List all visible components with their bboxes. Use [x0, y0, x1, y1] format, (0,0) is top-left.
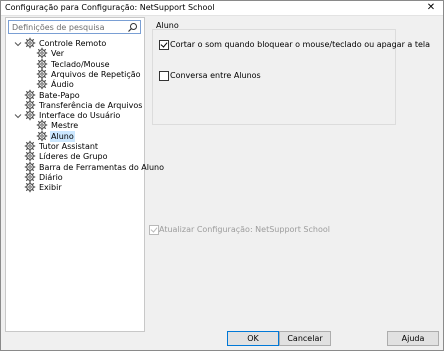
ok-button[interactable]: OK — [227, 331, 279, 346]
cancel-button[interactable]: Cancelar — [279, 331, 331, 346]
window-title: Configuração para Configuração: NetSuppo… — [5, 3, 215, 12]
tree-item-label: Exibir — [39, 183, 62, 193]
search-input[interactable]: Definições de pesquisa — [8, 20, 141, 34]
help-button[interactable]: Ajuda — [387, 331, 439, 346]
student-chat-label[interactable]: Conversa entre Alunos — [170, 71, 261, 80]
mute-sound-label[interactable]: Cortar o som quando bloquear o mouse/tec… — [170, 40, 430, 49]
gear-icon — [24, 109, 36, 121]
settings-dialog: Configuração para Configuração: NetSuppo… — [0, 0, 444, 351]
update-config-label: Atualizar Configuração: NetSupport Schoo… — [159, 225, 330, 234]
title-bar: Configuração para Configuração: NetSuppo… — [1, 1, 443, 16]
student-chat-checkbox[interactable] — [159, 71, 169, 81]
search-icon[interactable] — [127, 22, 138, 33]
gear-icon — [36, 78, 48, 90]
chevron-down-icon[interactable] — [14, 112, 22, 120]
settings-tree-panel: Definições de pesquisa Controle Remoto Ve… — [5, 17, 164, 332]
close-button[interactable]: ✕ — [419, 1, 443, 15]
tree-item-label: Controle Remoto — [39, 39, 107, 48]
chevron-down-icon[interactable] — [14, 40, 22, 48]
search-placeholder: Definições de pesquisa — [12, 23, 105, 32]
mute-sound-checkbox[interactable] — [159, 40, 169, 50]
gear-icon — [24, 37, 36, 49]
gear-icon — [36, 130, 48, 141]
update-config-checkbox — [149, 225, 159, 235]
gear-icon — [24, 181, 36, 193]
